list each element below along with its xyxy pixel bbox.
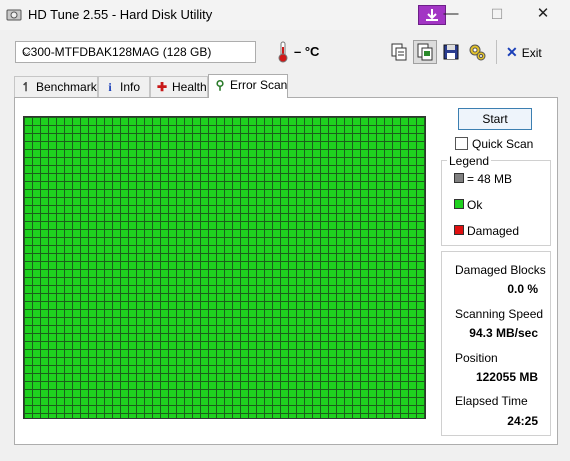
window-title: HD Tune 2.55 - Hard Disk Utility (28, 7, 213, 22)
thermometer-icon (278, 41, 288, 63)
benchmark-icon: ↿ (20, 80, 32, 94)
quick-scan-checkbox[interactable] (455, 137, 468, 150)
clipboard-icon (417, 43, 433, 61)
toolbar-separator (496, 40, 497, 64)
health-cross-icon: ✚ (156, 80, 168, 94)
copy-button[interactable] (387, 40, 411, 64)
exit-label: Exit (521, 46, 542, 60)
magnifier-icon: ⚲ (215, 78, 225, 92)
position-value: 122055 MB (475, 370, 538, 384)
block-grid (24, 117, 425, 418)
legend-gray-swatch (454, 173, 464, 183)
close-button[interactable]: ✕ (520, 0, 566, 30)
tab-error-scan-label: Error Scan (230, 78, 288, 92)
legend-item-damaged: Damaged (454, 224, 519, 238)
exit-x-icon: ✕ (506, 44, 518, 60)
tab-health-label: Health (172, 80, 207, 94)
settings-gears-icon (469, 44, 486, 61)
quick-scan-option[interactable]: Quick Scan (455, 137, 533, 151)
legend-item-block-size: = 48 MB (454, 172, 512, 186)
hd-tune-app-icon (6, 9, 22, 21)
options-button[interactable] (465, 40, 489, 64)
chevron-down-icon: ⌵ (22, 44, 32, 58)
drive-select[interactable]: C300-MTFDBAK128MAG (128 GB) ⌵ (15, 41, 256, 63)
tab-info[interactable]: i Info (98, 76, 150, 97)
block-map (23, 116, 426, 419)
elapsed-time-label: Elapsed Time (455, 394, 528, 408)
minimize-button[interactable]: — (428, 0, 474, 30)
tab-error-scan[interactable]: ⚲ Error Scan (208, 74, 288, 98)
scanning-speed-label: Scanning Speed (455, 307, 544, 321)
floppy-disk-icon (443, 44, 459, 60)
legend-title: Legend (447, 154, 492, 168)
tab-benchmark-label: Benchmark (36, 80, 97, 94)
damaged-blocks-label: Damaged Blocks (455, 263, 546, 277)
exit-button[interactable]: ✕ Exit (506, 44, 542, 61)
scanning-speed-value: 94.3 MB/sec (469, 326, 538, 340)
legend-item-ok: Ok (454, 198, 482, 212)
damaged-blocks-value: 0.0 % (507, 282, 538, 296)
temperature-readout: – °C (294, 44, 320, 59)
info-icon: i (108, 80, 112, 94)
copy-icon (391, 43, 407, 61)
legend-label: Ok (467, 198, 483, 212)
legend-red-swatch (454, 225, 464, 235)
legend-label: Damaged (467, 224, 520, 238)
legend-label: = 48 MB (467, 172, 513, 186)
title-bar: HD Tune 2.55 - Hard Disk Utility — ☐ ✕ (0, 0, 570, 30)
copy-text-button[interactable] (413, 40, 437, 64)
start-button[interactable]: Start (458, 108, 532, 130)
maximize-button[interactable]: ☐ (474, 0, 520, 30)
save-button[interactable] (439, 40, 463, 64)
tab-benchmark[interactable]: ↿ Benchmark (14, 76, 98, 97)
quick-scan-label: Quick Scan (472, 137, 534, 151)
position-label: Position (455, 351, 498, 365)
stats-box (441, 251, 551, 436)
tab-health[interactable]: ✚ Health (150, 76, 208, 97)
tab-info-label: Info (120, 80, 141, 94)
elapsed-time-value: 24:25 (507, 414, 538, 428)
legend-green-swatch (454, 199, 464, 209)
